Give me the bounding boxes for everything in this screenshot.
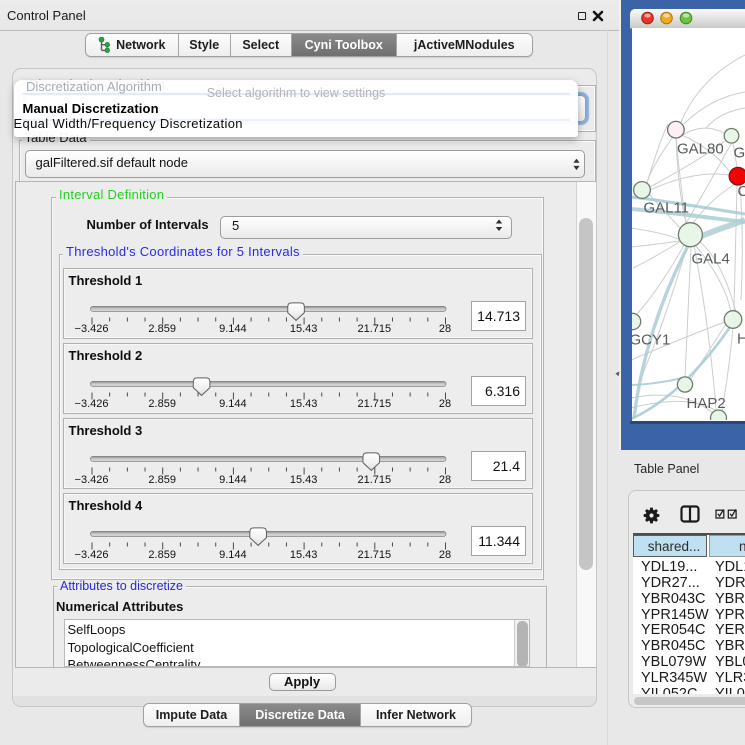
svg-text:HAP2: HAP2 <box>687 395 726 412</box>
svg-text:GAL4: GAL4 <box>692 251 730 268</box>
svg-text:C: C <box>738 183 745 200</box>
svg-text:H: H <box>737 331 745 348</box>
svg-text:GCY1: GCY1 <box>632 332 670 349</box>
svg-text:GAL11: GAL11 <box>644 200 690 217</box>
svg-text:GAL80: GAL80 <box>677 141 724 158</box>
svg-text:GA: GA <box>734 145 745 162</box>
